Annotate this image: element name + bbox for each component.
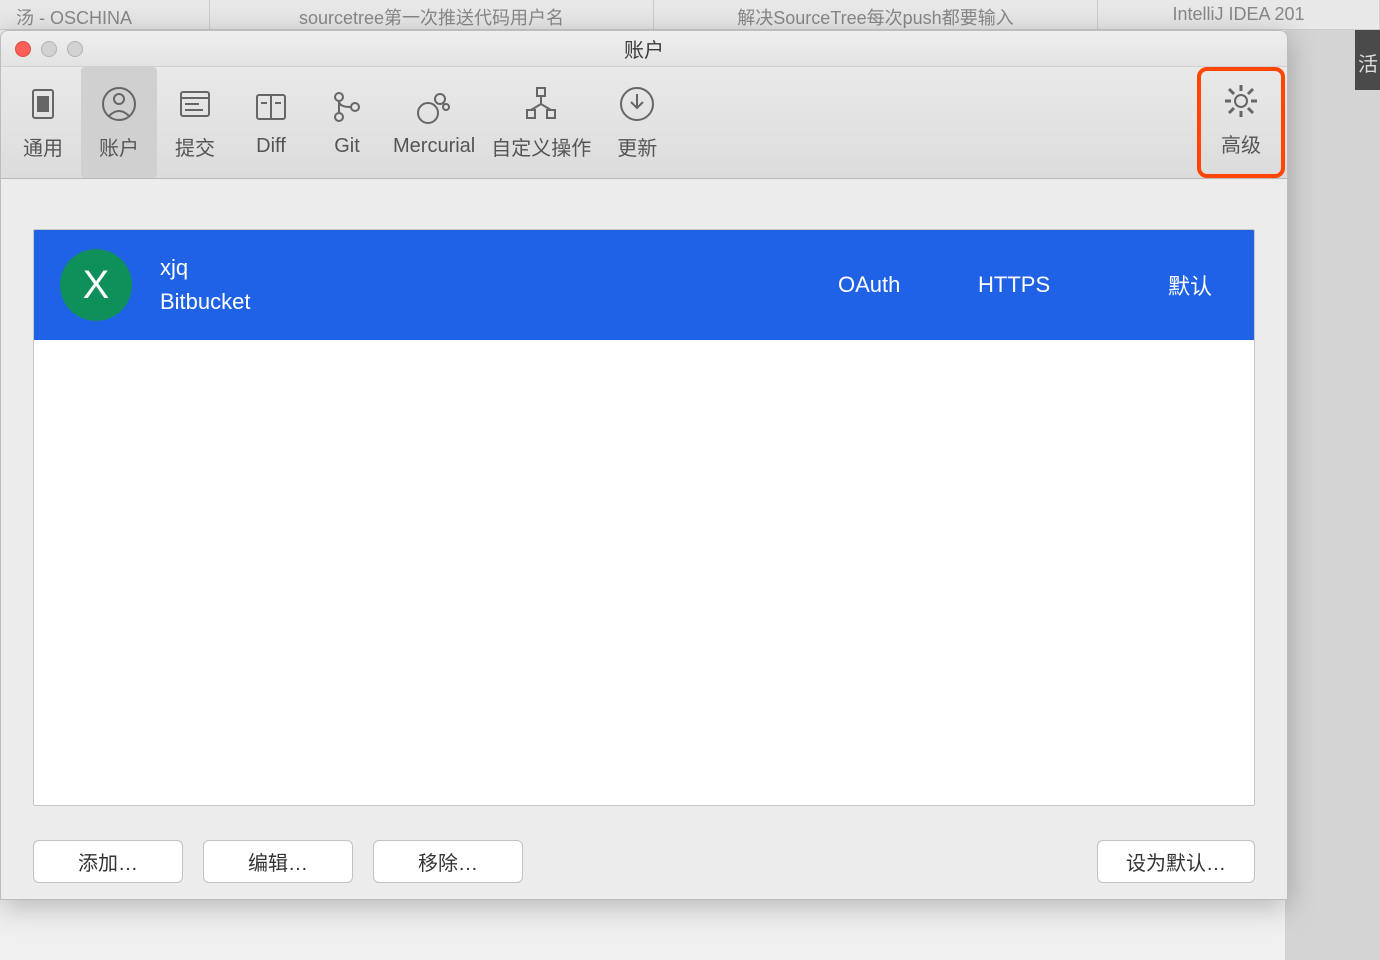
bg-tab[interactable]: 解决SourceTree每次push都要输入 [654,0,1098,29]
account-username: xjq [160,255,810,281]
gear-icon [1221,81,1261,121]
remove-button[interactable]: 移除… [373,840,523,883]
tab-general[interactable]: 通用 [5,67,81,178]
tab-label: 高级 [1221,129,1261,158]
tab-diff[interactable]: Diff [233,67,309,178]
add-button[interactable]: 添加… [33,840,183,883]
custom-actions-icon [521,84,561,124]
bg-tab[interactable]: 汤 - OSCHINA [0,0,210,29]
tab-label: 通用 [23,132,63,161]
accounts-icon [99,84,139,124]
edit-button[interactable]: 编辑… [203,840,353,883]
accounts-list[interactable]: X xjq Bitbucket OAuth HTTPS 默认 [33,229,1255,806]
background-sidebar [1285,30,1380,960]
tab-mercurial[interactable]: Mercurial [385,67,483,178]
tab-label: 更新 [617,132,657,161]
toolbar-spacer [675,67,1197,178]
tab-label: 提交 [175,132,215,161]
diff-icon [251,87,291,127]
tab-update[interactable]: 更新 [599,67,675,178]
spacer [543,840,1077,883]
general-icon [23,84,63,124]
preferences-toolbar: 通用 账户 提交 Diff Git [1,67,1287,179]
tab-commit[interactable]: 提交 [157,67,233,178]
account-row[interactable]: X xjq Bitbucket OAuth HTTPS 默认 [34,230,1254,340]
tab-label: 自定义操作 [491,132,591,161]
background-browser-tabs: 汤 - OSCHINA sourcetree第一次推送代码用户名 解决Sourc… [0,0,1380,30]
tab-advanced[interactable]: 高级 [1203,73,1279,166]
background-sidebar-dark: 活 [1355,30,1380,90]
avatar: X [60,249,132,321]
tab-label: Git [334,135,360,158]
preferences-window: 账户 通用 账户 提交 Diff [0,30,1288,900]
tab-label: Diff [256,135,286,158]
mercurial-icon [414,87,454,127]
account-protocol: HTTPS [978,272,1128,298]
tab-custom-actions[interactable]: 自定义操作 [483,67,599,178]
account-default-label: 默认 [1168,269,1228,301]
accounts-content: X xjq Bitbucket OAuth HTTPS 默认 添加… 编辑… 移… [1,179,1287,899]
set-default-button[interactable]: 设为默认… [1097,840,1255,883]
account-columns: OAuth HTTPS 默认 [838,269,1228,301]
account-info: xjq Bitbucket [160,255,810,315]
git-icon [327,87,367,127]
bg-tab[interactable]: IntelliJ IDEA 201 [1098,0,1380,29]
tab-accounts[interactable]: 账户 [81,67,157,178]
bg-tab[interactable]: sourcetree第一次推送代码用户名 [210,0,654,29]
tab-label: 账户 [99,132,139,161]
update-icon [617,84,657,124]
account-service: Bitbucket [160,289,810,315]
account-auth: OAuth [838,272,938,298]
window-title: 账户 [1,34,1287,63]
annotation-highlight: 高级 [1197,67,1285,178]
commit-icon [175,84,215,124]
tab-git[interactable]: Git [309,67,385,178]
button-bar: 添加… 编辑… 移除… 设为默认… [33,806,1255,883]
tab-label: Mercurial [393,135,475,158]
window-titlebar[interactable]: 账户 [1,31,1287,67]
